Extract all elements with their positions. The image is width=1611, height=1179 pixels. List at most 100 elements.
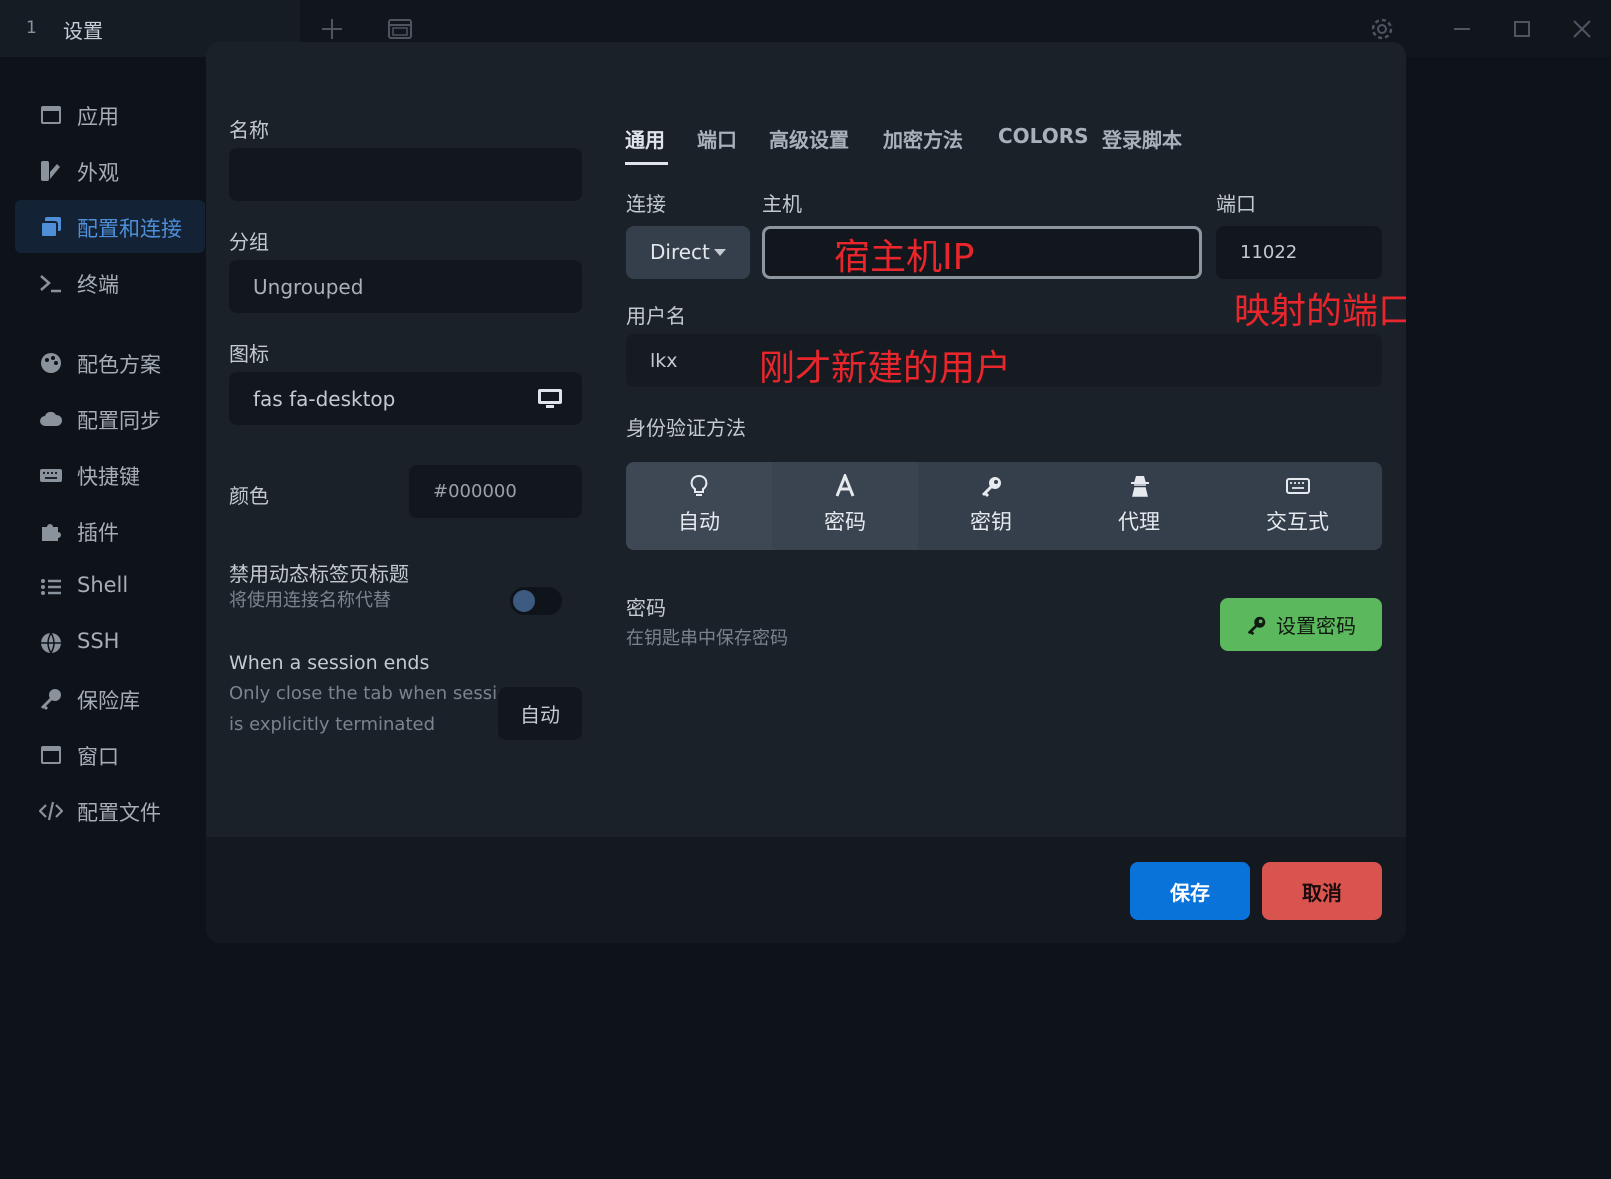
sidebar-item-label: 插件: [77, 521, 119, 545]
sidebar-item-ssh[interactable]: SSH: [15, 616, 205, 669]
tab-colors[interactable]: COLORS: [998, 124, 1089, 148]
gear-icon[interactable]: [1367, 14, 1397, 44]
color-label: 颜色: [229, 484, 269, 508]
password-label: 密码: [626, 596, 666, 620]
sidebar-item-window[interactable]: 窗口: [15, 728, 205, 781]
new-window-icon[interactable]: [385, 14, 415, 44]
connect-label: 连接: [626, 192, 666, 216]
cloud-icon: [40, 411, 63, 426]
username-label: 用户名: [626, 304, 686, 328]
set-password-label: 设置密码: [1276, 614, 1356, 638]
font-a-icon: [835, 474, 855, 497]
key-icon: [40, 689, 61, 711]
auth-option-label: 代理: [1118, 510, 1160, 534]
sidebar-item-label: 配置文件: [77, 801, 161, 825]
key-icon: [1247, 616, 1266, 635]
auth-option-auto[interactable]: 自动: [626, 462, 772, 550]
sidebar-item-label: 窗口: [77, 745, 119, 769]
sidebar-item-terminal[interactable]: 终端: [15, 256, 205, 309]
toggle-knob: [513, 590, 535, 612]
tab-ports[interactable]: 端口: [697, 124, 737, 153]
session-end-label: When a session ends: [229, 652, 430, 674]
save-button[interactable]: 保存: [1130, 862, 1250, 920]
auth-option-label: 密码: [824, 510, 866, 534]
host-label: 主机: [762, 192, 802, 216]
sidebar-item-config-sync[interactable]: 配置同步: [15, 392, 205, 445]
sidebar-item-hotkeys[interactable]: 快捷键: [15, 448, 205, 501]
sidebar-item-config-file[interactable]: 配置文件: [15, 784, 205, 837]
disable-dynamic-title-toggle[interactable]: [510, 587, 562, 615]
port-input[interactable]: 11022: [1216, 226, 1382, 279]
agent-icon: [1131, 476, 1149, 497]
icon-label: 图标: [229, 342, 269, 366]
cancel-button[interactable]: 取消: [1262, 862, 1382, 920]
sidebar-item-label: 配置和连接: [77, 217, 182, 241]
session-end-desc-1: Only close the tab when session: [229, 683, 520, 704]
sidebar-item-color-schemes[interactable]: 配色方案: [15, 336, 205, 389]
connection-type-dropdown[interactable]: Direct: [626, 226, 750, 279]
auth-option-agent[interactable]: 代理: [1066, 462, 1214, 550]
puzzle-icon: [42, 524, 61, 541]
profile-edit-modal: 名称 分组 Ungrouped 图标 fas fa-desktop 颜色 #00…: [206, 42, 1406, 943]
tab-general[interactable]: 通用: [625, 124, 665, 153]
sidebar-item-profiles[interactable]: 配置和连接: [15, 200, 205, 253]
icon-input[interactable]: fas fa-desktop: [229, 372, 582, 425]
sidebar-item-label: 配置同步: [77, 409, 161, 433]
sidebar-item-label: Shell: [77, 573, 129, 597]
sidebar-item-label: SSH: [77, 629, 120, 653]
host-input[interactable]: [762, 226, 1202, 279]
sidebar-item-label: 外观: [77, 161, 119, 185]
minimize-icon[interactable]: [1447, 14, 1477, 44]
active-tab-indicator: [625, 162, 668, 165]
keyboard-icon: [40, 469, 62, 482]
caret-down-icon: [714, 249, 726, 256]
connection-type-value: Direct: [650, 240, 710, 264]
disable-dynamic-title-desc: 将使用连接名称代替: [229, 590, 391, 611]
color-input[interactable]: #000000: [409, 465, 582, 518]
port-label: 端口: [1216, 192, 1256, 216]
auth-option-label: 自动: [678, 510, 720, 534]
session-end-desc-2: is explicitly terminated: [229, 714, 436, 735]
key-icon: [981, 477, 1001, 498]
desktop-icon: [538, 389, 562, 408]
set-password-button[interactable]: 设置密码: [1220, 598, 1382, 651]
maximize-icon[interactable]: [1507, 14, 1537, 44]
window-icon: [41, 746, 61, 764]
close-icon[interactable]: [1567, 14, 1597, 44]
auth-option-key[interactable]: 密钥: [918, 462, 1066, 550]
sidebar-item-label: 终端: [77, 273, 119, 297]
tab-title: 设置: [63, 19, 103, 43]
sidebar-item-plugins[interactable]: 插件: [15, 504, 205, 557]
disable-dynamic-title-label: 禁用动态标签页标题: [229, 562, 409, 586]
sidebar-item-vault[interactable]: 保险库: [15, 672, 205, 725]
tab-login-scripts[interactable]: 登录脚本: [1102, 124, 1182, 153]
auth-method-label: 身份验证方法: [626, 416, 746, 440]
sidebar-item-label: 保险库: [77, 689, 140, 713]
annotation-port: 映射的端口: [1234, 291, 1406, 332]
tab-advanced[interactable]: 高级设置: [769, 124, 849, 153]
lightbulb-icon: [690, 475, 708, 496]
sidebar-item-shell[interactable]: Shell: [15, 560, 205, 613]
terminal-icon: [40, 275, 61, 293]
group-label: 分组: [229, 230, 269, 254]
tab-ciphers[interactable]: 加密方法: [883, 124, 963, 153]
auth-option-label: 交互式: [1266, 510, 1329, 534]
settings-sidebar: 应用 外观 配置和连接 终端 配色方案 配置同步 快捷键 插件 Shell SS…: [0, 57, 206, 1179]
icon-input-value: fas fa-desktop: [253, 386, 396, 411]
sidebar-item-app[interactable]: 应用: [15, 88, 205, 141]
auth-option-label: 密钥: [970, 510, 1012, 534]
auth-option-password[interactable]: 密码: [772, 462, 918, 550]
annotation-user: 刚才新建的用户: [759, 348, 1012, 389]
annotation-host: 宿主机IP: [834, 237, 975, 278]
plus-icon[interactable]: [317, 14, 347, 44]
sidebar-item-appearance[interactable]: 外观: [15, 144, 205, 197]
code-icon: [39, 801, 63, 821]
keyboard-icon: [1286, 478, 1310, 494]
profiles-icon: [40, 217, 61, 238]
group-input[interactable]: Ungrouped: [229, 260, 582, 313]
password-desc: 在钥匙串中保存密码: [626, 628, 788, 649]
session-end-select[interactable]: 自动: [498, 687, 582, 740]
name-input[interactable]: [229, 148, 582, 201]
palette-icon: [41, 353, 61, 373]
auth-option-interactive[interactable]: 交互式: [1214, 462, 1382, 550]
